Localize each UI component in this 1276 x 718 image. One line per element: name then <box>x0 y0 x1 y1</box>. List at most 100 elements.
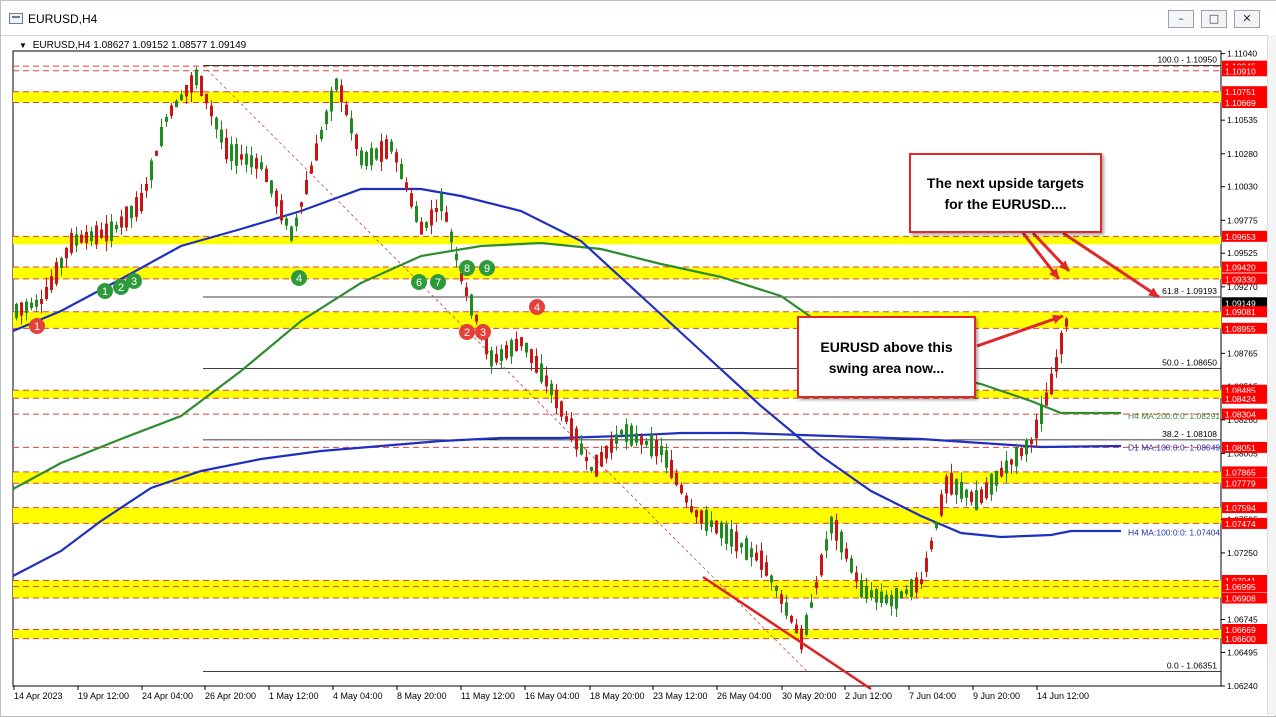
candle-body <box>120 216 123 228</box>
candle-body <box>1010 459 1013 465</box>
chart-window: EURUSD,H4 – □ ✕ 100.0 - 1.10950 61.8 - 1.… <box>0 0 1276 717</box>
candle-body <box>45 287 48 299</box>
candle-body <box>135 197 138 217</box>
candle-body <box>925 558 928 572</box>
candle-body <box>1000 467 1003 477</box>
time-tick-label: 19 Apr 12:00 <box>78 691 129 701</box>
price-label-text: 1.10669 <box>1225 98 1256 108</box>
price-tick-label: 1.07250 <box>1227 548 1258 558</box>
swing-marker-label: 1 <box>102 286 108 298</box>
candle-body <box>790 615 793 623</box>
candle-body <box>470 294 473 316</box>
candle-body <box>325 111 328 125</box>
swing-marker-label: 6 <box>416 277 422 289</box>
candle-body <box>555 389 558 409</box>
header-ohlc: 1.08627 1.09152 1.08577 1.09149 <box>93 40 247 51</box>
candle-body <box>650 434 653 457</box>
candle-body <box>560 401 563 417</box>
candle-body <box>270 180 273 194</box>
candle-body <box>515 338 518 352</box>
candle-body <box>280 200 283 221</box>
candle-body <box>875 588 878 603</box>
candle-body <box>660 445 663 456</box>
candle-body <box>680 484 683 494</box>
candle-body <box>985 482 988 499</box>
candle-body <box>570 418 573 440</box>
time-tick-label: 24 Apr 04:00 <box>142 691 193 701</box>
price-label-text: 1.06995 <box>1225 582 1256 592</box>
candle-body <box>330 90 333 112</box>
candle-body <box>700 510 703 524</box>
candle-body <box>530 349 533 363</box>
annotation-targets[interactable]: The next upside targets for the EURUSD..… <box>909 153 1102 233</box>
price-chart[interactable]: 100.0 - 1.10950 61.8 - 1.09193 50.0 - 1.08… <box>11 35 1273 718</box>
candle-body <box>220 129 223 143</box>
candle-body <box>50 276 53 290</box>
candle-body <box>770 575 773 583</box>
fib-level-label: 50.0 - 1.08650 <box>1162 358 1217 368</box>
price-label-text: 1.08051 <box>1225 443 1256 453</box>
candle-body <box>490 350 493 367</box>
candle-body <box>195 69 198 86</box>
candle-body <box>235 143 238 166</box>
price-tick-label: 1.10280 <box>1227 149 1258 159</box>
candle-body <box>615 434 618 444</box>
chart-window-icon <box>9 13 23 24</box>
candle-body <box>720 522 723 539</box>
candle-body <box>205 93 208 104</box>
annotation-swing[interactable]: EURUSD above this swing area now... <box>797 316 976 398</box>
swing-marker-label: 8 <box>464 263 470 275</box>
candle-body <box>830 516 833 534</box>
candle-body <box>780 594 783 604</box>
support-resistance-zone <box>13 91 1221 103</box>
candle-body <box>365 151 368 167</box>
maximize-button[interactable]: □ <box>1201 10 1227 28</box>
window-title: EURUSD,H4 <box>28 12 98 26</box>
price-tick-label: 1.08765 <box>1227 348 1258 358</box>
candle-body <box>1015 447 1018 467</box>
price-label-text: 1.08955 <box>1225 324 1256 334</box>
candle-body <box>940 494 943 516</box>
candle-body <box>340 85 343 103</box>
time-tick-label: 26 Apr 20:00 <box>205 691 256 701</box>
candle-body <box>945 476 948 494</box>
candle-body <box>990 473 993 495</box>
candle-body <box>805 615 808 635</box>
candle-body <box>380 141 383 162</box>
time-tick-label: 23 May 12:00 <box>653 691 708 701</box>
candle-body <box>595 454 598 477</box>
candle-body <box>695 510 698 518</box>
candle-body <box>180 94 183 101</box>
candle-body <box>870 590 873 598</box>
candle-body <box>980 489 983 504</box>
candle-body <box>665 450 668 468</box>
candle-body <box>810 602 813 608</box>
candle-body <box>440 193 443 212</box>
candle-body <box>455 253 458 261</box>
price-label-text: 1.06908 <box>1225 593 1256 603</box>
candle-body <box>575 428 578 450</box>
candle-body <box>465 287 468 296</box>
candle-body <box>705 509 708 531</box>
candle-body <box>635 433 638 443</box>
candle-body <box>290 226 293 241</box>
candle-body <box>130 206 133 218</box>
swing-marker-label: 2 <box>118 282 124 294</box>
candle-body <box>80 234 83 243</box>
candle-body <box>100 229 103 238</box>
candle-body <box>800 628 803 650</box>
candle-body <box>860 580 863 598</box>
candle-body <box>605 446 608 459</box>
candle-body <box>620 430 623 435</box>
candle-body <box>165 116 168 122</box>
candle-body <box>105 223 108 242</box>
candle-body <box>630 425 633 446</box>
candle-body <box>565 416 568 422</box>
candle-body <box>885 594 888 604</box>
window-titlebar[interactable]: EURUSD,H4 – □ ✕ <box>1 1 1276 36</box>
header-dropdown-icon[interactable]: ▼ <box>19 41 27 50</box>
minimize-button[interactable]: – <box>1168 10 1194 28</box>
close-button[interactable]: ✕ <box>1234 10 1260 28</box>
chart-vertical-scrollbar[interactable] <box>1267 35 1276 715</box>
time-tick-label: 1 May 12:00 <box>269 691 319 701</box>
